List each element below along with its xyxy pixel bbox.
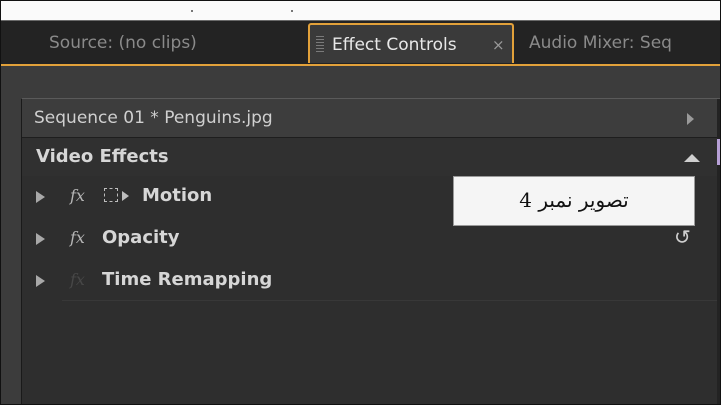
tab-effect-controls[interactable]: Effect Controls ×	[308, 23, 514, 63]
effect-name-time-remapping: Time Remapping	[102, 269, 273, 290]
video-effects-title: Video Effects	[36, 146, 169, 167]
video-effects-header: Video Effects	[22, 138, 717, 176]
row-divider	[62, 300, 717, 301]
panel-tab-bar: Source: (no clips) Effect Controls × Aud…	[1, 21, 720, 64]
caption-overlay: تصویر نمبر 4	[453, 176, 695, 226]
top-strip	[1, 1, 720, 21]
sequence-clip-label: Sequence 01 * Penguins.jpg	[34, 108, 273, 128]
premiere-window: Source: (no clips) Effect Controls × Aud…	[0, 0, 721, 405]
sequence-clip-bar[interactable]: Sequence 01 * Penguins.jpg	[22, 99, 717, 138]
caption-text: تصویر نمبر 4	[519, 188, 629, 212]
effect-row-time-remapping[interactable]: fx Time Remapping	[22, 261, 717, 301]
transform-box-icon[interactable]	[104, 188, 118, 202]
collapse-up-icon[interactable]	[684, 154, 700, 162]
show-timeline-arrow-icon[interactable]	[687, 113, 694, 125]
effect-name-opacity: Opacity	[102, 227, 180, 248]
grip-icon[interactable]	[316, 36, 324, 52]
reset-icon[interactable]: ↺	[674, 225, 691, 249]
fx-toggle-icon: fx	[70, 270, 85, 289]
expand-triangle-icon[interactable]	[36, 191, 45, 203]
tab-audio-mixer[interactable]: Audio Mixer: Seq	[529, 25, 720, 61]
effect-controls-content: Sequence 01 * Penguins.jpg Video Effects…	[21, 98, 720, 404]
clip-marker	[717, 139, 720, 165]
divider-dot	[191, 10, 193, 12]
effect-name-motion: Motion	[142, 185, 213, 206]
effect-controls-panel: Sequence 01 * Penguins.jpg Video Effects…	[1, 64, 720, 404]
divider-dot	[291, 10, 293, 12]
tab-effect-controls-label: Effect Controls	[332, 35, 457, 55]
expand-triangle-icon[interactable]	[36, 275, 45, 287]
expand-triangle-icon[interactable]	[36, 233, 45, 245]
transform-arrow-icon	[122, 191, 129, 201]
tab-source[interactable]: Source: (no clips)	[49, 25, 279, 61]
fx-toggle-icon[interactable]: fx	[70, 228, 85, 247]
close-icon[interactable]: ×	[492, 25, 505, 63]
fx-toggle-icon[interactable]: fx	[70, 186, 85, 205]
